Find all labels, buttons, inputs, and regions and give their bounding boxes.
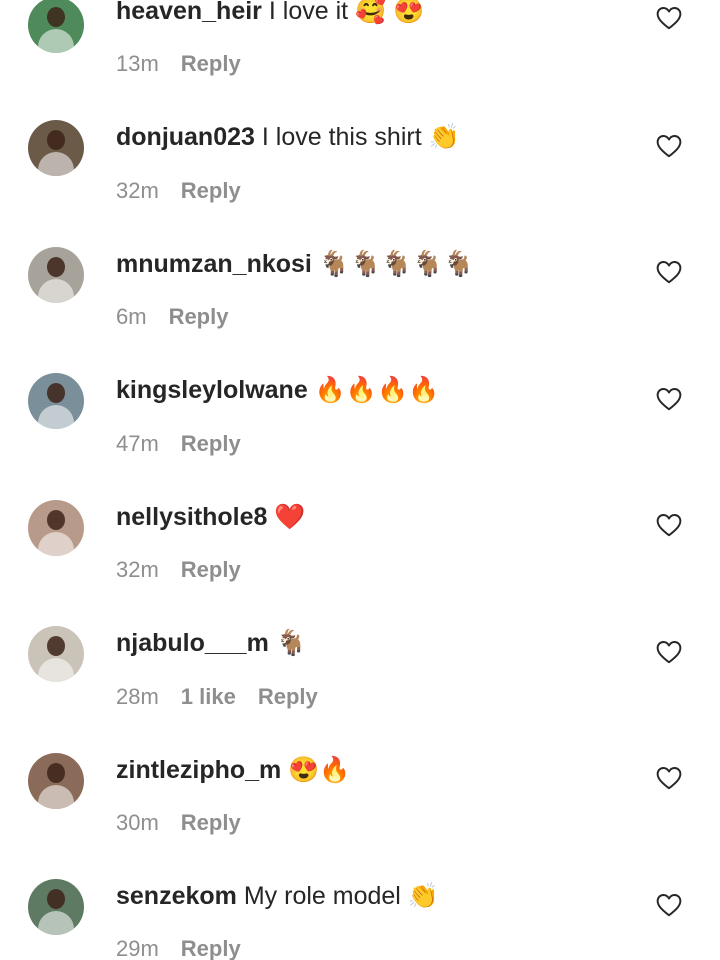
comment-line: heaven_heir I love it 🥰 😍: [116, 0, 424, 26]
heart-outline-icon[interactable]: [656, 513, 682, 537]
comment-meta: 13m Reply: [116, 51, 241, 77]
comment-text: I love it 🥰 😍: [268, 0, 425, 25]
comment-username[interactable]: njabulo___m: [116, 629, 269, 657]
comment-meta: 47m Reply: [116, 431, 241, 457]
comment-item: mnumzan_nkosi 🐐🐐🐐🐐🐐 6m Reply: [0, 230, 720, 357]
comment-time: 47m: [116, 431, 159, 456]
comment-time: 28m: [116, 684, 159, 709]
comment-time: 32m: [116, 557, 159, 582]
comment-meta: 32m Reply: [116, 178, 241, 204]
comment-item: zintlezipho_m 😍🔥 30m Reply: [0, 736, 720, 863]
comment-text: 😍🔥: [288, 756, 351, 784]
comment-username[interactable]: zintlezipho_m: [116, 756, 281, 784]
comment-username[interactable]: heaven_heir: [116, 0, 262, 25]
comment-text: ❤️: [274, 503, 306, 531]
heart-outline-icon[interactable]: [656, 640, 682, 664]
avatar[interactable]: [28, 0, 84, 53]
comment-meta: 29m Reply: [116, 936, 241, 960]
comment-meta: 6m Reply: [116, 304, 228, 330]
reply-button[interactable]: Reply: [258, 684, 318, 709]
comment-line: mnumzan_nkosi 🐐🐐🐐🐐🐐: [116, 249, 474, 279]
comment-time: 29m: [116, 936, 159, 960]
comment-username[interactable]: kingsleylolwane: [116, 376, 308, 404]
comments-list: heaven_heir I love it 🥰 😍 13m Reply donju…: [0, 0, 720, 960]
heart-outline-icon[interactable]: [656, 893, 682, 917]
comment-item: nellysithole8 ❤️ 32m Reply: [0, 483, 720, 610]
reply-button[interactable]: Reply: [181, 51, 241, 76]
comment-text: My role model 👏: [243, 882, 439, 910]
avatar[interactable]: [28, 373, 84, 429]
comment-line: njabulo___m 🐐: [116, 628, 307, 658]
avatar[interactable]: [28, 500, 84, 556]
comment-time: 32m: [116, 178, 159, 203]
comment-username[interactable]: nellysithole8: [116, 503, 267, 531]
comment-username[interactable]: senzekom: [116, 882, 237, 910]
comment-item: njabulo___m 🐐 28m 1 like Reply: [0, 609, 720, 736]
heart-outline-icon[interactable]: [656, 766, 682, 790]
comment-item: senzekom My role model 👏 29m Reply: [0, 862, 720, 960]
comment-likes[interactable]: 1 like: [181, 684, 236, 709]
comment-item: heaven_heir I love it 🥰 😍 13m Reply: [0, 0, 720, 103]
comment-line: zintlezipho_m 😍🔥: [116, 755, 351, 785]
comment-meta: 30m Reply: [116, 810, 241, 836]
avatar[interactable]: [28, 753, 84, 809]
heart-outline-icon[interactable]: [656, 387, 682, 411]
heart-outline-icon[interactable]: [656, 260, 682, 284]
comment-item: kingsleylolwane 🔥🔥🔥🔥 47m Reply: [0, 356, 720, 483]
avatar[interactable]: [28, 247, 84, 303]
comment-time: 13m: [116, 51, 159, 76]
heart-outline-icon[interactable]: [656, 6, 682, 30]
comment-username[interactable]: donjuan023: [116, 123, 255, 151]
comment-line: kingsleylolwane 🔥🔥🔥🔥: [116, 375, 439, 405]
comment-time: 30m: [116, 810, 159, 835]
comment-meta: 28m 1 like Reply: [116, 684, 318, 710]
reply-button[interactable]: Reply: [181, 557, 241, 582]
reply-button[interactable]: Reply: [181, 178, 241, 203]
comment-line: senzekom My role model 👏: [116, 881, 439, 911]
comment-text: 🐐: [275, 629, 307, 657]
comment-text: I love this shirt 👏: [261, 123, 460, 151]
reply-button[interactable]: Reply: [181, 431, 241, 456]
comment-username[interactable]: mnumzan_nkosi: [116, 250, 312, 278]
avatar[interactable]: [28, 626, 84, 682]
comment-meta: 32m Reply: [116, 557, 241, 583]
comment-text: 🐐🐐🐐🐐🐐: [318, 250, 475, 278]
reply-button[interactable]: Reply: [181, 810, 241, 835]
reply-button[interactable]: Reply: [181, 936, 241, 960]
comment-item: donjuan023 I love this shirt 👏 32m Reply: [0, 103, 720, 230]
comment-line: nellysithole8 ❤️: [116, 502, 306, 532]
avatar[interactable]: [28, 120, 84, 176]
heart-outline-icon[interactable]: [656, 134, 682, 158]
comment-line: donjuan023 I love this shirt 👏: [116, 122, 460, 152]
avatar[interactable]: [28, 879, 84, 935]
comment-time: 6m: [116, 304, 147, 329]
reply-button[interactable]: Reply: [169, 304, 229, 329]
comment-text: 🔥🔥🔥🔥: [314, 376, 440, 404]
